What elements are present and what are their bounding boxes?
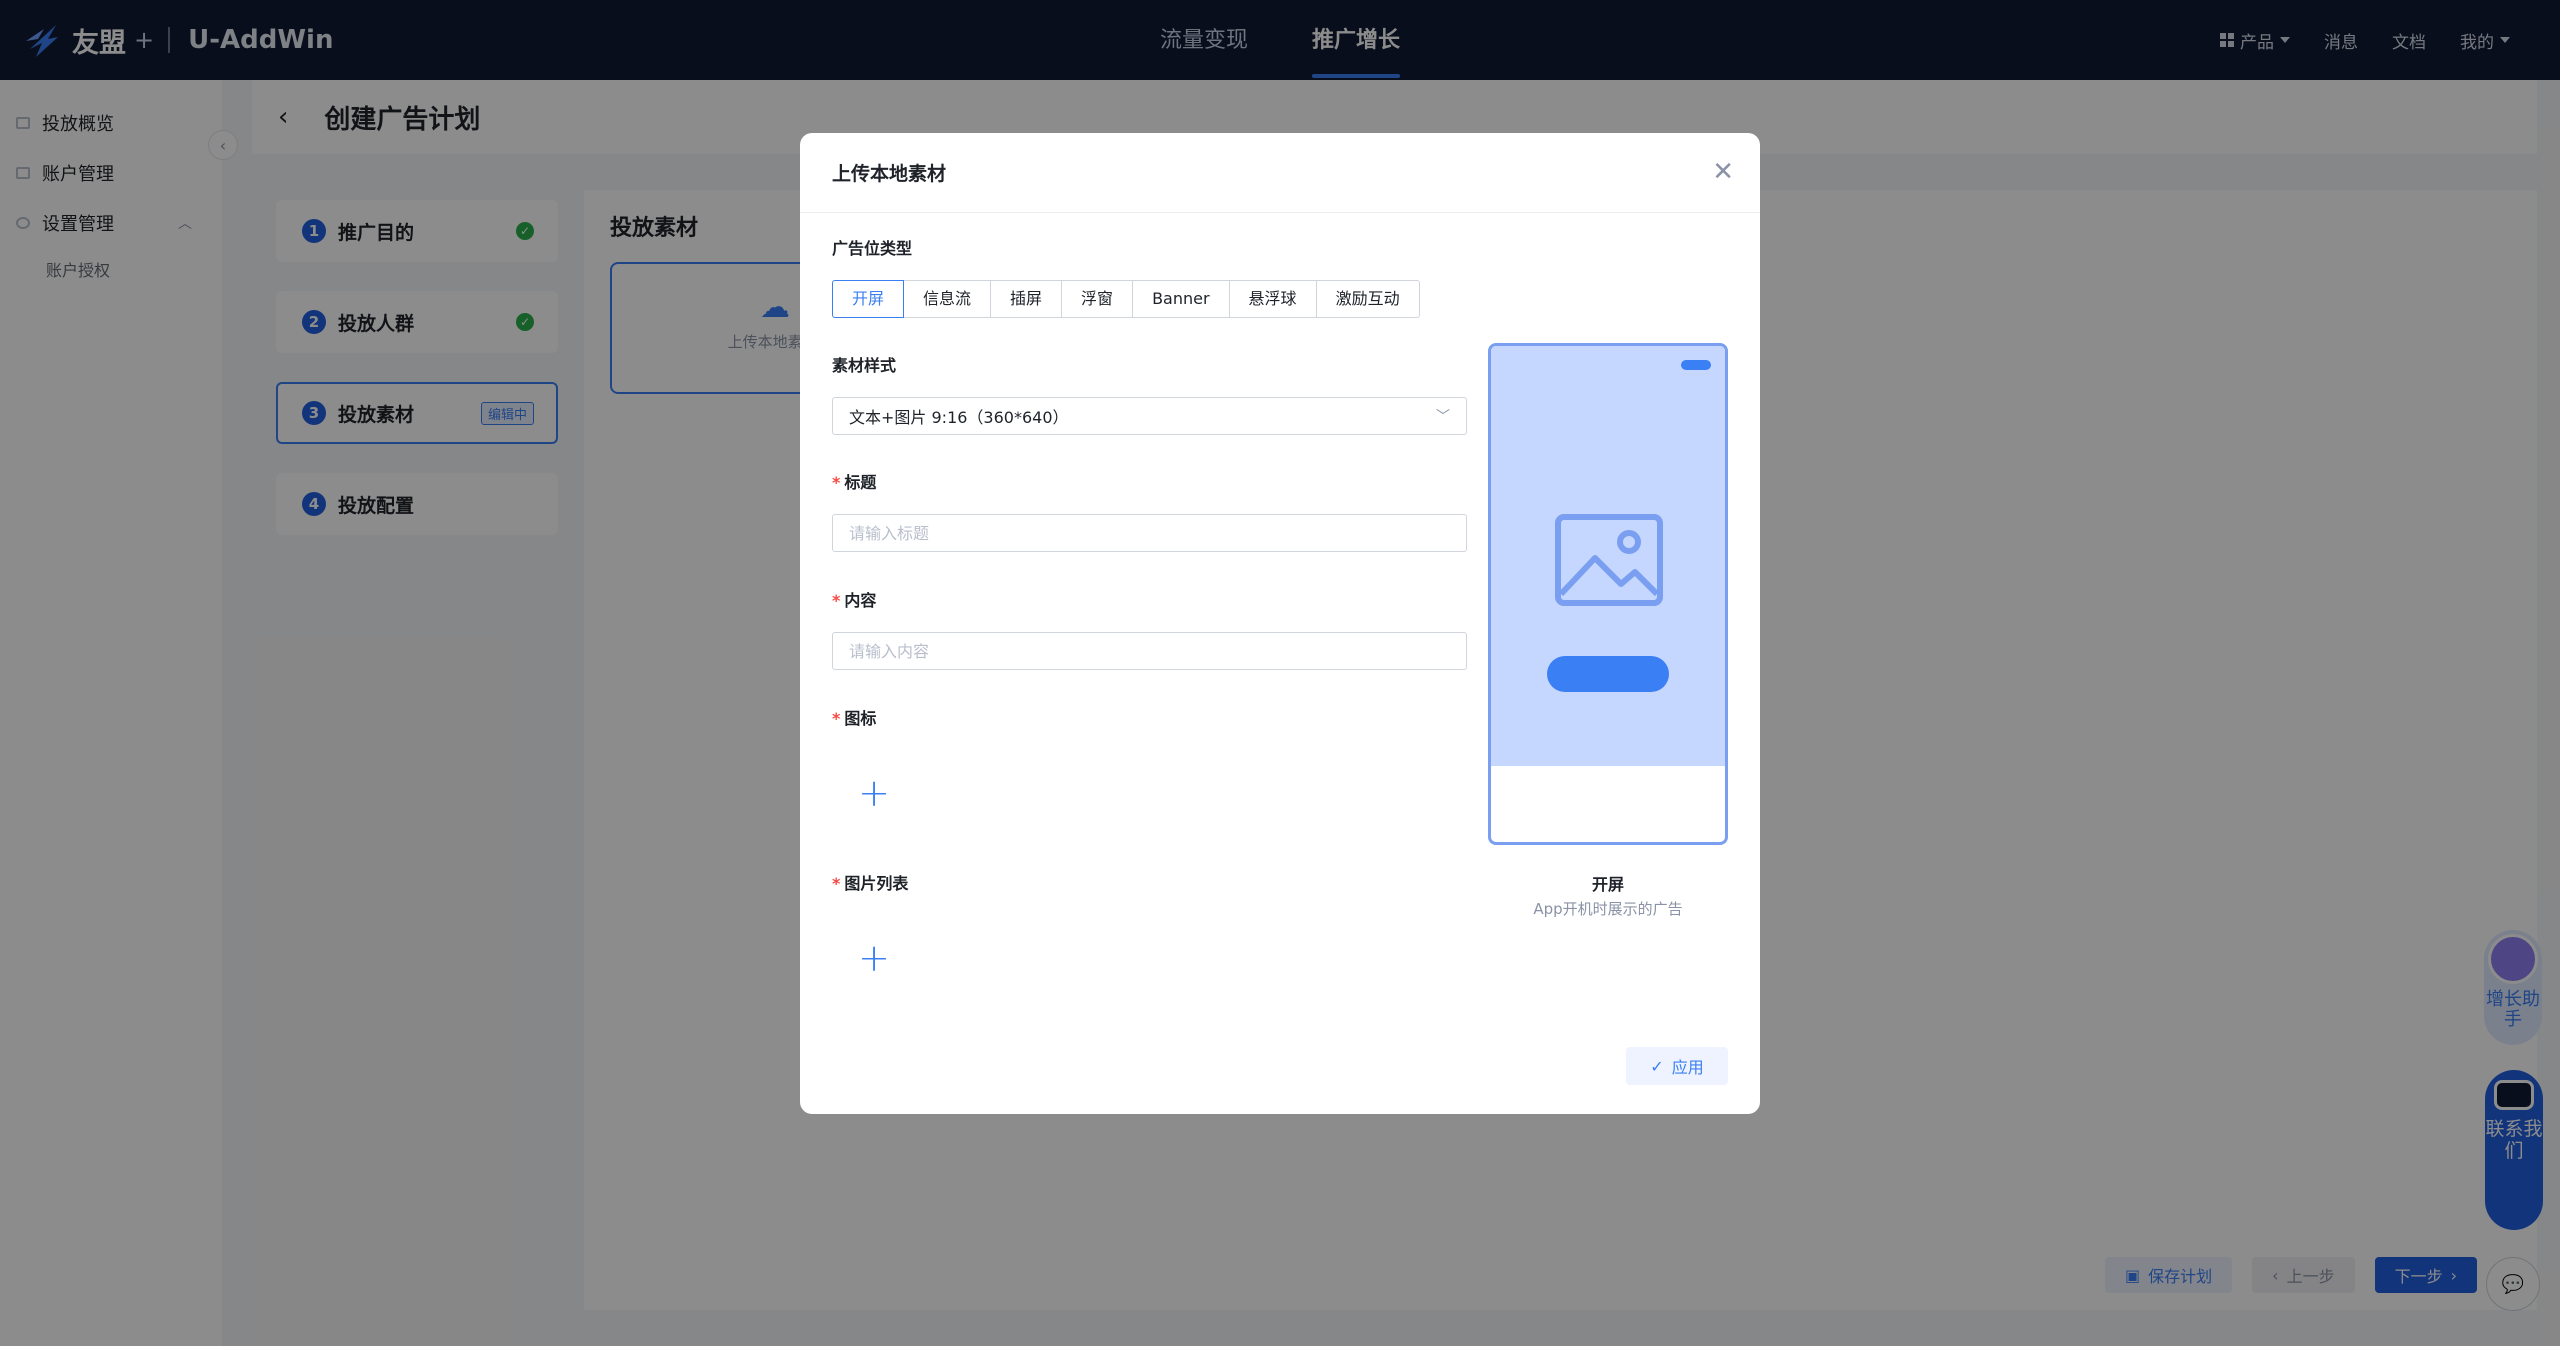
- ad-type-label: 广告位类型: [832, 239, 913, 258]
- ad-type-segmented: 开屏 信息流 插屏 浮窗 Banner 悬浮球 激励互动: [832, 280, 1420, 318]
- check-icon: ✓: [1650, 1056, 1664, 1076]
- plus-icon: +: [858, 936, 890, 980]
- preview-description: App开机时展示的广告: [1533, 900, 1683, 918]
- title-label: * 标题: [832, 469, 876, 493]
- chevron-down-icon: ﹀: [1436, 409, 1450, 425]
- material-style-select[interactable]: 文本+图片 9:16（360*640） ﹀: [832, 397, 1467, 435]
- content-label-text: 内容: [844, 591, 877, 610]
- required-mark: *: [832, 591, 841, 610]
- ad-type-option-feed[interactable]: 信息流: [903, 280, 992, 318]
- icon-label-text: 图标: [844, 709, 877, 728]
- ad-type-option-interstitial[interactable]: 插屏: [990, 280, 1063, 318]
- title-label-text: 标题: [844, 473, 877, 492]
- modal-header: 上传本地素材: [800, 133, 1760, 213]
- splash-preview-phone: [1488, 343, 1728, 845]
- image-list-label-text: 图片列表: [844, 874, 909, 893]
- close-icon[interactable]: ✕: [1712, 157, 1734, 187]
- plus-icon: +: [858, 771, 890, 815]
- material-style-value: 文本+图片 9:16（360*640）: [849, 408, 1069, 427]
- apply-label: 应用: [1671, 1058, 1704, 1077]
- required-mark: *: [832, 874, 841, 893]
- add-icon-button[interactable]: +: [848, 767, 900, 819]
- ad-type-option-banner[interactable]: Banner: [1132, 280, 1230, 318]
- image-list-label: * 图片列表: [832, 870, 908, 894]
- content-input[interactable]: [832, 632, 1467, 670]
- ad-type-option-float-window[interactable]: 浮窗: [1061, 280, 1134, 318]
- ad-type-option-splash[interactable]: 开屏: [832, 280, 905, 318]
- preview-cta-button: [1547, 656, 1669, 692]
- skip-pill: [1681, 360, 1711, 370]
- ad-type-option-float-ball[interactable]: 悬浮球: [1228, 280, 1317, 318]
- content-label: * 内容: [832, 587, 876, 611]
- apply-button[interactable]: ✓ 应用: [1626, 1047, 1728, 1085]
- icon-label: * 图标: [832, 705, 876, 729]
- required-mark: *: [832, 473, 841, 492]
- preview-screen: [1491, 346, 1725, 766]
- material-style-label: 素材样式: [832, 356, 897, 375]
- upload-material-modal: 上传本地素材 ✕ 广告位类型 开屏 信息流 插屏 浮窗 Banner 悬浮球 激…: [800, 133, 1760, 1114]
- ad-type-option-reward[interactable]: 激励互动: [1315, 280, 1420, 318]
- title-input[interactable]: [832, 514, 1467, 552]
- required-mark: *: [832, 709, 841, 728]
- preview-title: 开屏: [1591, 875, 1624, 894]
- image-placeholder-icon: [1555, 514, 1663, 606]
- modal-title: 上传本地素材: [832, 163, 947, 185]
- add-image-button[interactable]: +: [848, 932, 900, 984]
